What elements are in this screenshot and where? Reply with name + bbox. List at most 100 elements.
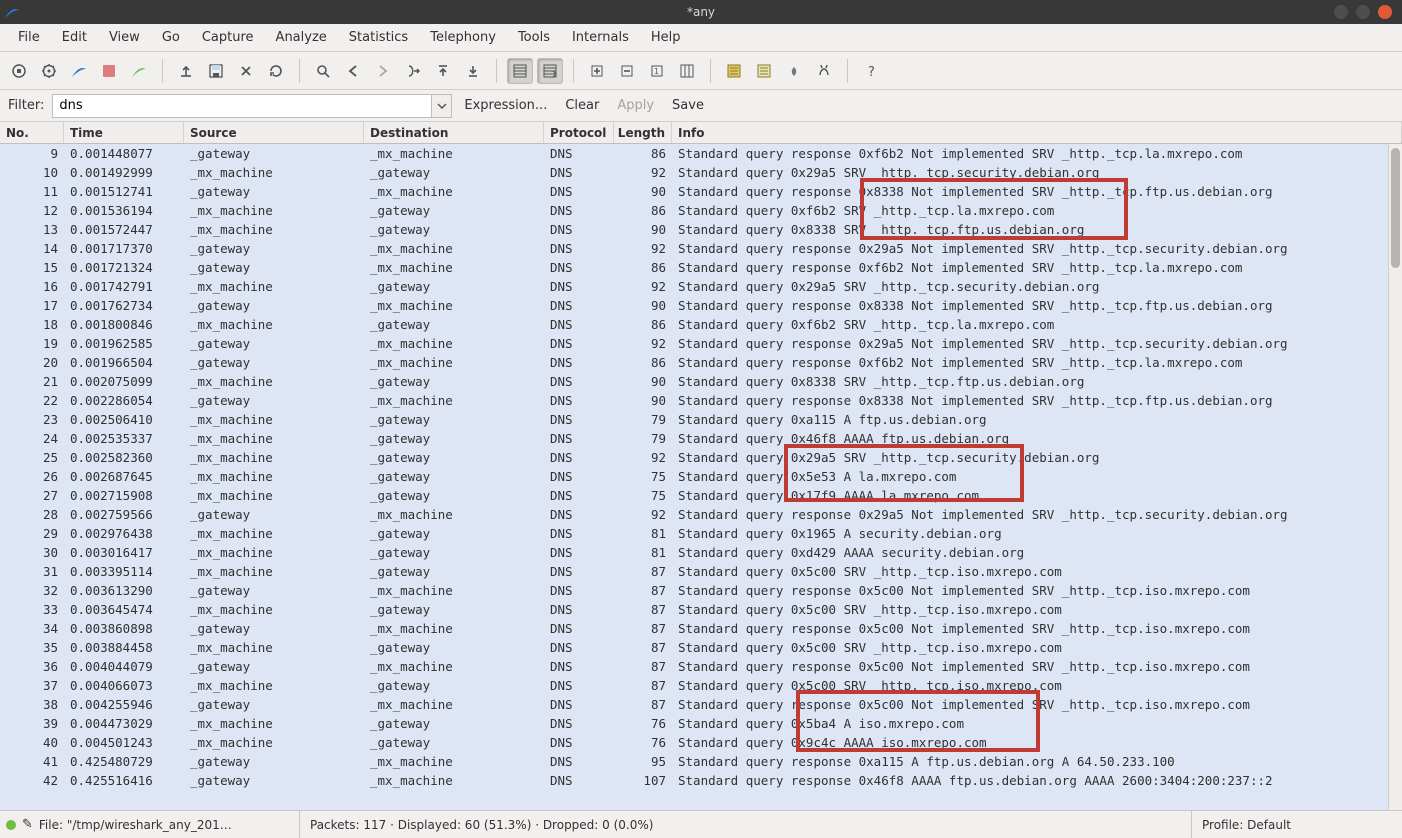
packet-row[interactable]: 190.001962585_gateway_mx_machineDNS92Sta… bbox=[0, 334, 1402, 353]
resize-columns-button[interactable] bbox=[674, 58, 700, 84]
packet-row[interactable]: 290.002976438_mx_machine_gatewayDNS81Sta… bbox=[0, 524, 1402, 543]
packet-row[interactable]: 100.001492999_mx_machine_gatewayDNS92Sta… bbox=[0, 163, 1402, 182]
reload-button[interactable] bbox=[263, 58, 289, 84]
packet-row[interactable]: 210.002075099_mx_machine_gatewayDNS90Sta… bbox=[0, 372, 1402, 391]
packet-row[interactable]: 380.004255946_gateway_mx_machineDNS87Sta… bbox=[0, 695, 1402, 714]
menu-file[interactable]: File bbox=[8, 26, 50, 49]
vertical-scrollbar[interactable] bbox=[1388, 144, 1402, 810]
menu-capture[interactable]: Capture bbox=[192, 26, 264, 49]
packet-row[interactable]: 230.002506410_mx_machine_gatewayDNS79Sta… bbox=[0, 410, 1402, 429]
autoscroll-toggle[interactable] bbox=[537, 58, 563, 84]
zoom-reset-button[interactable]: 1 bbox=[644, 58, 670, 84]
packet-row[interactable]: 240.002535337_mx_machine_gatewayDNS79Sta… bbox=[0, 429, 1402, 448]
filter-expression-button[interactable]: Expression... bbox=[458, 98, 553, 113]
filter-dropdown-button[interactable] bbox=[432, 94, 452, 118]
go-back-button[interactable] bbox=[340, 58, 366, 84]
column-no[interactable]: No. bbox=[0, 122, 64, 143]
packet-row[interactable]: 180.001800846_mx_machine_gatewayDNS86Sta… bbox=[0, 315, 1402, 334]
window-minimize-button[interactable] bbox=[1334, 5, 1348, 19]
zoom-in-button[interactable] bbox=[584, 58, 610, 84]
coloring-rules-button[interactable] bbox=[781, 58, 807, 84]
column-destination[interactable]: Destination bbox=[364, 122, 544, 143]
packet-row[interactable]: 110.001512741_gateway_mx_machineDNS90Sta… bbox=[0, 182, 1402, 201]
packet-row[interactable]: 300.003016417_mx_machine_gatewayDNS81Sta… bbox=[0, 543, 1402, 562]
column-length[interactable]: Length bbox=[614, 122, 672, 143]
column-info[interactable]: Info bbox=[672, 122, 1402, 143]
filter-save-button[interactable]: Save bbox=[666, 98, 710, 113]
colorize-toggle[interactable] bbox=[507, 58, 533, 84]
window-close-button[interactable] bbox=[1378, 5, 1392, 19]
packet-row[interactable]: 120.001536194_mx_machine_gatewayDNS86Sta… bbox=[0, 201, 1402, 220]
goto-packet-button[interactable] bbox=[400, 58, 426, 84]
status-profile[interactable]: Profile: Default bbox=[1202, 818, 1291, 832]
packet-row[interactable]: 150.001721324_gateway_mx_machineDNS86Sta… bbox=[0, 258, 1402, 277]
packet-row[interactable]: 170.001762734_gateway_mx_machineDNS90Sta… bbox=[0, 296, 1402, 315]
packet-row[interactable]: 370.004066073_mx_machine_gatewayDNS87Sta… bbox=[0, 676, 1402, 695]
zoom-out-button[interactable] bbox=[614, 58, 640, 84]
start-capture-button[interactable] bbox=[66, 58, 92, 84]
packet-row[interactable]: 350.003884458_mx_machine_gatewayDNS87Sta… bbox=[0, 638, 1402, 657]
restart-capture-button[interactable] bbox=[126, 58, 152, 84]
packet-row[interactable]: 160.001742791_mx_machine_gatewayDNS92Sta… bbox=[0, 277, 1402, 296]
open-file-button[interactable] bbox=[173, 58, 199, 84]
preferences-button[interactable] bbox=[811, 58, 837, 84]
goto-first-button[interactable] bbox=[430, 58, 456, 84]
window-maximize-button[interactable] bbox=[1356, 5, 1370, 19]
interfaces-button[interactable] bbox=[6, 58, 32, 84]
packet-row[interactable]: 280.002759566_gateway_mx_machineDNS92Sta… bbox=[0, 505, 1402, 524]
packet-row[interactable]: 140.001717370_gateway_mx_machineDNS92Sta… bbox=[0, 239, 1402, 258]
packet-row[interactable]: 330.003645474_mx_machine_gatewayDNS87Sta… bbox=[0, 600, 1402, 619]
goto-last-button[interactable] bbox=[460, 58, 486, 84]
separator bbox=[573, 59, 574, 83]
menu-telephony[interactable]: Telephony bbox=[420, 26, 506, 49]
find-packet-button[interactable] bbox=[310, 58, 336, 84]
packet-row[interactable]: 410.425480729_gateway_mx_machineDNS95Sta… bbox=[0, 752, 1402, 771]
column-protocol[interactable]: Protocol bbox=[544, 122, 614, 143]
edit-capture-comment-icon[interactable]: ✎ bbox=[22, 817, 33, 832]
filter-clear-button[interactable]: Clear bbox=[559, 98, 605, 113]
menu-tools[interactable]: Tools bbox=[508, 26, 560, 49]
filter-apply-button[interactable]: Apply bbox=[611, 98, 660, 113]
packet-row[interactable]: 320.003613290_gateway_mx_machineDNS87Sta… bbox=[0, 581, 1402, 600]
packet-row[interactable]: 390.004473029_mx_machine_gatewayDNS76Sta… bbox=[0, 714, 1402, 733]
menu-edit[interactable]: Edit bbox=[52, 26, 97, 49]
packet-row[interactable]: 270.002715908_mx_machine_gatewayDNS75Sta… bbox=[0, 486, 1402, 505]
packet-row[interactable]: 220.002286054_gateway_mx_machineDNS90Sta… bbox=[0, 391, 1402, 410]
packet-row[interactable]: 90.001448077_gateway_mx_machineDNS86Stan… bbox=[0, 144, 1402, 163]
menu-go[interactable]: Go bbox=[152, 26, 190, 49]
menu-view[interactable]: View bbox=[99, 26, 150, 49]
packet-row[interactable]: 420.425516416_gateway_mx_machineDNS107St… bbox=[0, 771, 1402, 790]
save-file-button[interactable] bbox=[203, 58, 229, 84]
packet-row[interactable]: 360.004044079_gateway_mx_machineDNS87Sta… bbox=[0, 657, 1402, 676]
packet-row[interactable]: 340.003860898_gateway_mx_machineDNS87Sta… bbox=[0, 619, 1402, 638]
expert-info-indicator[interactable] bbox=[6, 820, 16, 830]
display-filters-button[interactable] bbox=[751, 58, 777, 84]
menu-internals[interactable]: Internals bbox=[562, 26, 639, 49]
svg-text:?: ? bbox=[868, 65, 875, 78]
status-packets: Packets: 117 · Displayed: 60 (51.3%) · D… bbox=[310, 818, 653, 832]
packet-row[interactable]: 400.004501243_mx_machine_gatewayDNS76Sta… bbox=[0, 733, 1402, 752]
window-title: *any bbox=[0, 5, 1402, 19]
packet-row[interactable]: 310.003395114_mx_machine_gatewayDNS87Sta… bbox=[0, 562, 1402, 581]
stop-capture-button[interactable] bbox=[96, 58, 122, 84]
menubar: File Edit View Go Capture Analyze Statis… bbox=[0, 24, 1402, 52]
options-button[interactable] bbox=[36, 58, 62, 84]
column-source[interactable]: Source bbox=[184, 122, 364, 143]
packet-row[interactable]: 260.002687645_mx_machine_gatewayDNS75Sta… bbox=[0, 467, 1402, 486]
menu-statistics[interactable]: Statistics bbox=[339, 26, 418, 49]
help-button[interactable]: ? bbox=[858, 58, 884, 84]
go-forward-button[interactable] bbox=[370, 58, 396, 84]
packet-row[interactable]: 130.001572447_mx_machine_gatewayDNS90Sta… bbox=[0, 220, 1402, 239]
separator bbox=[299, 59, 300, 83]
menu-help[interactable]: Help bbox=[641, 26, 691, 49]
packet-row[interactable]: 250.002582360_mx_machine_gatewayDNS92Sta… bbox=[0, 448, 1402, 467]
scrollbar-thumb[interactable] bbox=[1391, 148, 1400, 268]
capture-filters-button[interactable] bbox=[721, 58, 747, 84]
menu-analyze[interactable]: Analyze bbox=[266, 26, 337, 49]
column-time[interactable]: Time bbox=[64, 122, 184, 143]
filter-input[interactable] bbox=[52, 94, 432, 118]
packet-list[interactable]: 90.001448077_gateway_mx_machineDNS86Stan… bbox=[0, 144, 1402, 810]
close-file-button[interactable] bbox=[233, 58, 259, 84]
separator bbox=[162, 59, 163, 83]
packet-row[interactable]: 200.001966504_gateway_mx_machineDNS86Sta… bbox=[0, 353, 1402, 372]
